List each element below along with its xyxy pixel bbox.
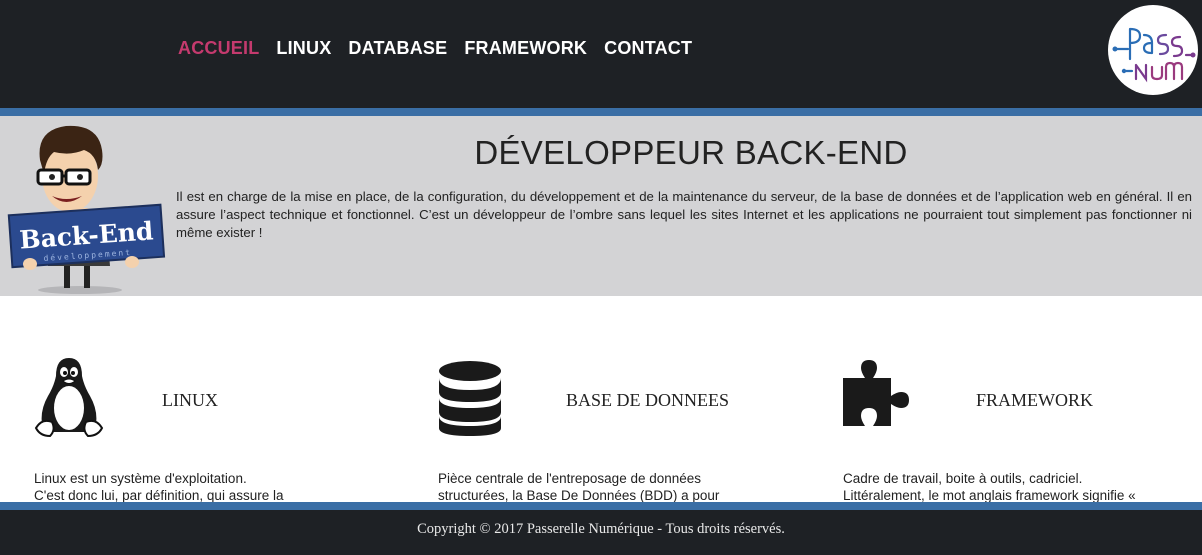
puzzle-piece-icon (843, 360, 909, 426)
footer-copyright: Copyright © 2017 Passerelle Numérique - … (417, 521, 785, 537)
feature-linux[interactable]: LINUX Linux est un système d'exploitatio… (34, 356, 414, 506)
feature-framework-line-1: Cadre de travail, boite à outils, cadric… (843, 471, 1083, 486)
main-nav: ACCUEIL LINUX DATABASE FRAMEWORK CONTACT (178, 38, 692, 59)
nav-item-linux[interactable]: LINUX (276, 38, 331, 59)
nav-item-framework[interactable]: FRAMEWORK (464, 38, 587, 59)
feature-database-title: BASE DE DONNEES (566, 390, 730, 410)
nav-item-database[interactable]: DATABASE (348, 38, 447, 59)
header-accent-stripe (0, 108, 1202, 116)
hero-section: Back-End développement DÉVELOPPEUR BACK-… (0, 116, 1202, 296)
feature-linux-line-1: Linux est un système d'exploitation. (34, 471, 247, 486)
feature-framework-description: Cadre de travail, boite à outils, cadric… (843, 470, 1183, 504)
nav-item-contact[interactable]: CONTACT (604, 38, 692, 59)
nav-item-accueil[interactable]: ACCUEIL (178, 38, 259, 59)
feature-database-description: Pièce centrale de l'entreposage de donné… (438, 470, 778, 504)
feature-linux-description: Linux est un système d'exploitation. C'e… (34, 470, 374, 504)
site-header: ACCUEIL LINUX DATABASE FRAMEWORK CONTACT (0, 0, 1202, 108)
feature-framework-title: FRAMEWORK (976, 390, 1094, 410)
feature-linux-title: LINUX (162, 390, 218, 410)
site-footer: Copyright © 2017 Passerelle Numérique - … (0, 510, 1202, 555)
hero-description: Il est en charge de la mise en place, de… (176, 189, 1192, 240)
linux-tux-icon (34, 358, 104, 438)
feature-database-line-1: Pièce centrale de l'entreposage de donné… (438, 471, 702, 486)
hero-title: DÉVELOPPEUR BACK-END (474, 134, 908, 171)
passerelle-numerique-logo[interactable] (1108, 5, 1198, 95)
feature-database[interactable]: BASE DE DONNEES Pièce centrale de l'entr… (438, 356, 818, 506)
footer-accent-stripe (0, 502, 1202, 510)
logo-mark-icon (1112, 27, 1196, 83)
database-icon (439, 361, 501, 436)
feature-framework[interactable]: FRAMEWORK Cadre de travail, boite à outi… (843, 356, 1202, 506)
